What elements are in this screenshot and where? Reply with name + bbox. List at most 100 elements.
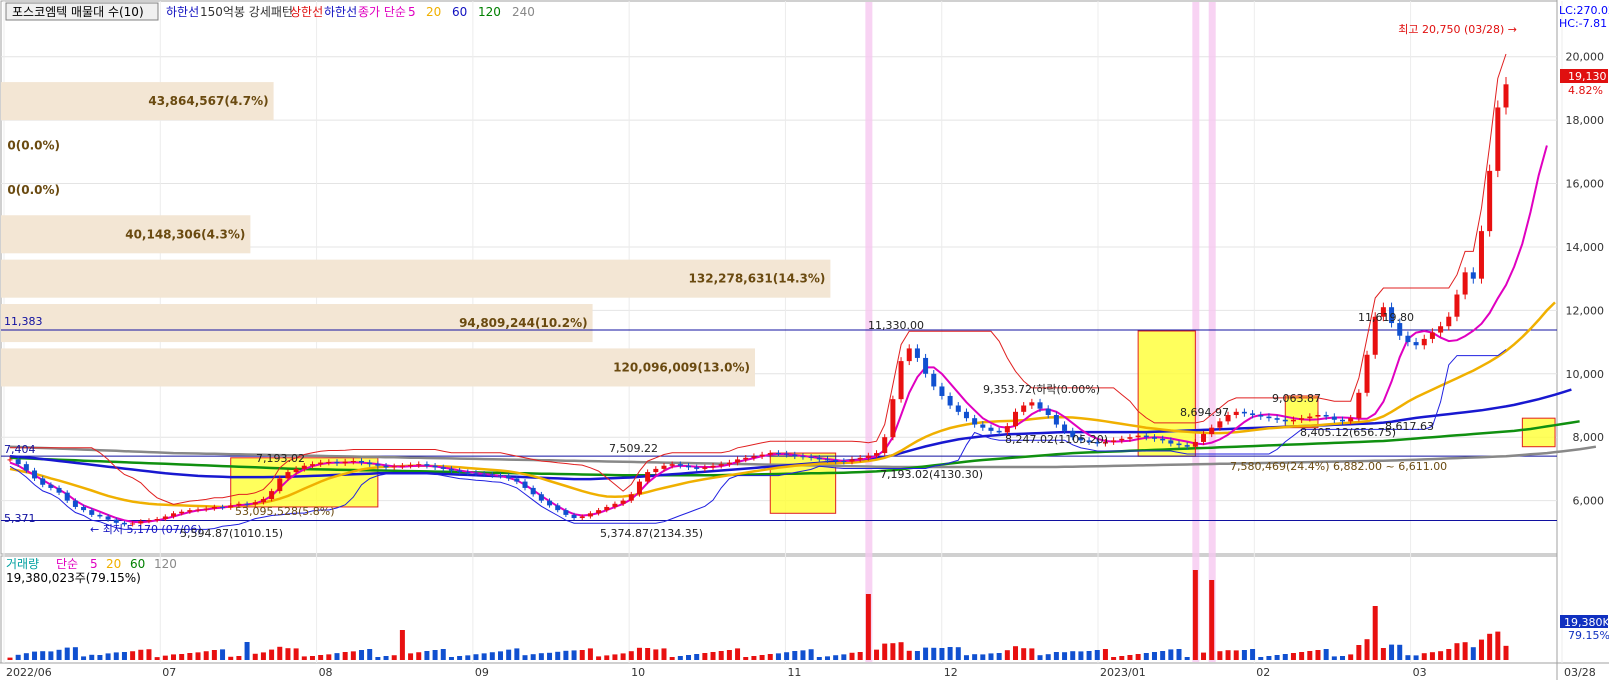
candle: [334, 461, 340, 464]
volume-bar: [56, 649, 62, 660]
y-tick-label: 18,000: [1566, 114, 1605, 127]
candle: [105, 516, 111, 520]
legend-item[interactable]: 상한선: [290, 5, 323, 19]
volume-bar: [1119, 656, 1125, 660]
volume-bar: [269, 649, 275, 660]
volume-bar: [301, 656, 307, 660]
volume-bar: [955, 647, 961, 660]
candle: [694, 467, 700, 469]
candle: [399, 465, 405, 467]
legend-item[interactable]: 60: [452, 5, 467, 19]
volume-bar: [40, 651, 46, 660]
price-annotation: 8,694.97: [1180, 406, 1229, 419]
candle: [988, 427, 994, 431]
legend-item[interactable]: 종가 단순: [358, 5, 406, 19]
profile-mix-label: 7,580,469(24.4%) 6,882.00 ~ 6,611.00: [1230, 460, 1447, 473]
volume-bar: [816, 657, 822, 660]
candle: [759, 454, 765, 457]
legend-item[interactable]: 240: [512, 5, 535, 19]
volume-bar: [914, 651, 920, 660]
candle: [767, 453, 773, 455]
volume-bar: [751, 656, 757, 660]
volume-bar: [1176, 649, 1182, 660]
volume-bar: [170, 654, 176, 660]
volume-bar: [1209, 580, 1215, 660]
volume-bar: [980, 654, 986, 660]
volume-bar: [1274, 655, 1280, 660]
volume-bar: [833, 655, 839, 660]
candle: [939, 386, 945, 396]
candle: [653, 468, 659, 473]
volume-bar: [448, 657, 454, 660]
legend-item[interactable]: 20: [426, 5, 441, 19]
candle: [170, 513, 176, 517]
candle: [1151, 437, 1157, 439]
candle: [220, 506, 226, 508]
volume-profile-label: 120,096,009(13.0%): [613, 360, 750, 374]
volume-bar: [530, 654, 536, 660]
candle: [1307, 416, 1313, 419]
candle: [1282, 419, 1288, 422]
candle: [391, 466, 397, 468]
volume-bar: [767, 654, 773, 660]
candlestick-chart[interactable]: 43,864,567(4.7%) 0(0.0%) 0(0.0%) 40,148,306…: [0, 0, 1609, 680]
candle: [7, 459, 13, 461]
volume-bar: [898, 642, 904, 660]
volume-bar: [996, 653, 1002, 660]
candle: [1315, 415, 1321, 417]
volume-bar: [931, 647, 937, 660]
volume-bar: [963, 655, 969, 660]
volume-bar: [1331, 656, 1337, 660]
candle: [874, 453, 880, 456]
candle: [645, 472, 651, 482]
candle: [1438, 326, 1444, 333]
candle: [424, 464, 430, 466]
volume-legend-item: 60: [130, 557, 145, 571]
x-tick-label: 03/28: [1564, 666, 1596, 679]
volume-bar: [1184, 657, 1190, 660]
candle: [1184, 445, 1190, 447]
candle: [1135, 435, 1141, 438]
chart-title: 포스코엠텍 매물대 수(10): [12, 5, 144, 19]
volume-bar: [350, 651, 356, 660]
candle: [612, 503, 618, 507]
volume-bar: [15, 654, 21, 660]
volume-bar: [865, 594, 871, 660]
volume-bar: [506, 649, 512, 660]
volume-bar: [383, 656, 389, 660]
legend-item[interactable]: 150억봉 강세패턴: [200, 5, 293, 19]
volume-bar: [309, 656, 315, 660]
volume-bar: [808, 649, 814, 660]
volume-bar: [1004, 650, 1010, 660]
volume-bar: [89, 654, 95, 660]
candle: [383, 465, 389, 468]
price-annotation: 11,619.80: [1358, 311, 1414, 324]
candle: [775, 453, 781, 455]
candle: [914, 348, 920, 358]
legend-item[interactable]: 하한선: [324, 5, 357, 19]
volume-bar: [1143, 653, 1149, 660]
candle: [301, 465, 307, 469]
candle: [1348, 418, 1354, 422]
volume-bar: [244, 642, 250, 660]
volume-bar: [1478, 639, 1484, 660]
volume-bar: [473, 654, 479, 660]
legend-item[interactable]: 하한선: [166, 5, 199, 19]
candle: [228, 505, 234, 508]
volume-bar: [7, 657, 13, 660]
volume-bar: [653, 649, 659, 660]
legend-item[interactable]: 120: [478, 5, 501, 19]
candle: [931, 373, 937, 387]
candle: [285, 472, 291, 479]
candle: [571, 514, 577, 519]
legend-item[interactable]: 5: [408, 5, 416, 19]
candle: [702, 467, 708, 469]
candle: [56, 487, 62, 493]
volume-bar: [571, 650, 577, 660]
candle: [579, 516, 585, 519]
candle: [1290, 419, 1296, 422]
volume-bar: [1438, 651, 1444, 660]
volume-bar: [1045, 654, 1051, 660]
volume-bar: [612, 654, 618, 660]
y-tick-label: 14,000: [1566, 241, 1605, 254]
